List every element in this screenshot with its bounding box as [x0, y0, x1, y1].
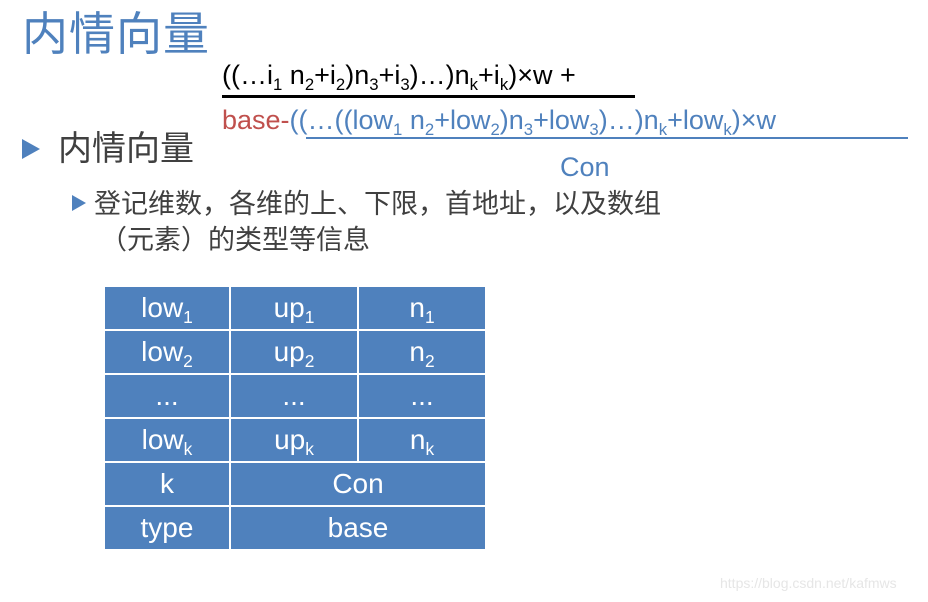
bullet-level2: 登记维数，各维的上、下限，首地址，以及数组 （元素）的类型等信息: [72, 187, 792, 259]
cell-text: up: [274, 424, 306, 455]
cell-text: n: [409, 292, 425, 323]
cell-text: n: [409, 424, 426, 455]
cell-text: low: [141, 292, 184, 323]
cell-subscript: 1: [183, 307, 193, 328]
bullet-triangle-icon: [72, 195, 86, 211]
cell-text: up: [273, 336, 305, 367]
table-cell: nk: [357, 417, 485, 463]
cell-subscript: 2: [304, 351, 315, 372]
cell-text: ...: [282, 380, 306, 411]
table-row: k Con: [105, 461, 485, 507]
cell-subscript: k: [425, 439, 435, 460]
formula-numerator: ((…i1 n2+i2)n3+i3)…)nk+ik)×w +: [222, 60, 576, 94]
cell-text: Con: [332, 468, 384, 499]
table-cell: n2: [357, 329, 485, 375]
table-cell: ...: [105, 373, 231, 419]
bullet-triangle-icon: [22, 139, 40, 159]
table-row: .........: [105, 373, 485, 419]
table-cell: upk: [229, 417, 359, 463]
table-cell: up2: [229, 329, 359, 375]
blue-expression: ((…((low1 n2+low2)n3+low3)…)nk+lowk)×w: [289, 105, 777, 139]
watermark: https://blog.csdn.net/kafmws: [720, 575, 897, 591]
table-cell: up1: [229, 287, 359, 331]
cell-text: base: [327, 512, 389, 543]
table-cell: lowk: [105, 417, 231, 463]
formula-base-line: base-((…((low1 n2+low2)n3+low3)…)nk+lowk…: [222, 103, 777, 139]
cell-subscript: 1: [304, 307, 315, 328]
table-cell: type: [105, 505, 231, 549]
table-cell: ...: [357, 373, 485, 419]
bullet-level2-line2: （元素）的类型等信息: [100, 225, 370, 256]
table-cell: k: [105, 461, 231, 507]
cell-subscript: k: [183, 439, 193, 460]
fraction-bar: [306, 137, 908, 139]
table-cell: n1: [357, 287, 485, 331]
page-title: 内情向量: [22, 7, 210, 61]
cell-text: ...: [410, 380, 434, 411]
bullet-level1: 内情向量: [22, 128, 194, 170]
cell-text: n: [409, 336, 425, 367]
times-symbol: ×: [517, 60, 533, 90]
cell-subscript: 2: [424, 351, 435, 372]
table-cell: ...: [229, 373, 359, 419]
cell-subscript: 2: [183, 351, 193, 372]
table-row: low2 up2 n2: [105, 329, 485, 375]
table-row: low1 up1 n1: [105, 287, 485, 331]
base-prefix: base-: [222, 105, 290, 135]
table-cell: base: [229, 505, 485, 549]
cell-text: ...: [155, 380, 179, 411]
bullet-level2-line1: 登记维数，各维的上、下限，首地址，以及数组: [94, 189, 661, 220]
table-cell: low2: [105, 329, 231, 375]
bullet-level1-text: 内情向量: [58, 129, 194, 169]
cell-text: up: [273, 292, 305, 323]
cell-text: low: [141, 336, 184, 367]
cell-text: low: [141, 424, 184, 455]
table-cell: low1: [105, 287, 231, 331]
times-symbol: ×: [740, 105, 757, 135]
numerator-underline: [222, 95, 635, 98]
dope-vector-table: low1 up1 n1 low2 up2 n2......... lowk upk nk k Con…: [105, 287, 485, 549]
table-cell: Con: [229, 461, 485, 507]
formula-denominator: Con: [560, 152, 610, 182]
cell-text: k: [160, 468, 174, 499]
cell-subscript: k: [305, 439, 314, 460]
cell-text: type: [140, 512, 194, 543]
table-row: lowk upk nk: [105, 417, 485, 463]
cell-subscript: 1: [424, 307, 435, 328]
table-row: type base: [105, 505, 485, 549]
